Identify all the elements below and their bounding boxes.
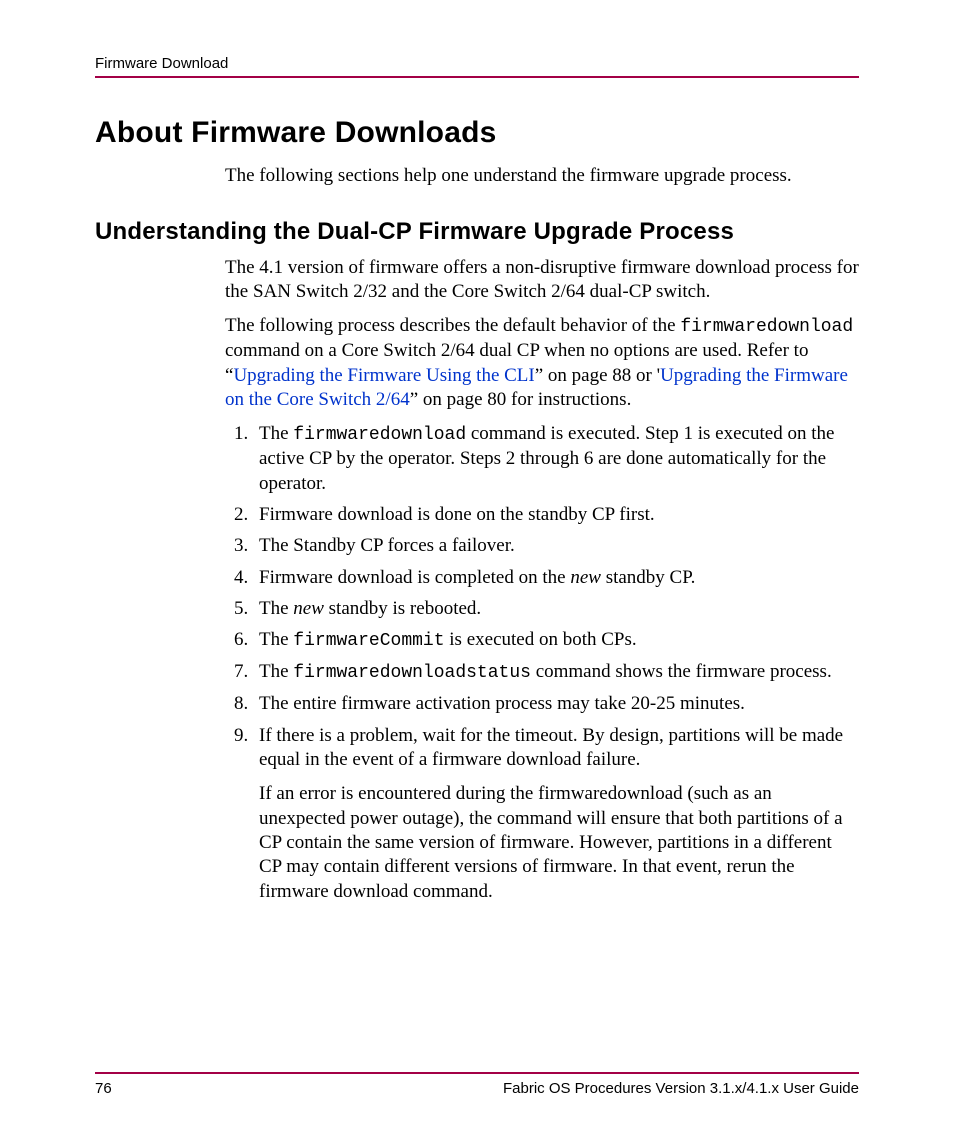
intro-paragraph: The following sections help one understa…: [225, 164, 859, 188]
step-4: Firmware download is completed on the ne…: [253, 566, 859, 590]
text: The: [259, 629, 293, 650]
step-5: The new standby is rebooted.: [253, 597, 859, 621]
text: ” on page 80 for instructions.: [410, 389, 632, 410]
link-upgrading-cli[interactable]: Upgrading the Firmware Using the CLI: [233, 365, 534, 386]
text: The: [259, 423, 293, 444]
code-firmwaredownload: firmwaredownload: [293, 425, 466, 445]
text: ” on page 88 or ': [535, 365, 660, 386]
step-1: The firmwaredownload command is executed…: [253, 422, 859, 496]
step-3: The Standby CP forces a failover.: [253, 534, 859, 558]
heading-2: Understanding the Dual-CP Firmware Upgra…: [95, 218, 859, 246]
step-7: The firmwaredownloadstatus command shows…: [253, 660, 859, 685]
after-list-paragraph: If an error is encountered during the fi…: [259, 782, 859, 904]
code-firmwarecommit: firmwareCommit: [293, 631, 444, 651]
footer-title: Fabric OS Procedures Version 3.1.x/4.1.x…: [503, 1080, 859, 1097]
text: command shows the firmware process.: [531, 661, 832, 682]
page: Firmware Download About Firmware Downloa…: [0, 0, 954, 1145]
paragraph-1: The 4.1 version of firmware offers a non…: [225, 256, 859, 305]
footer-rule: [95, 1072, 859, 1074]
emphasis-new: new: [293, 598, 324, 619]
text: is executed on both CPs.: [445, 629, 637, 650]
step-6: The firmwareCommit is executed on both C…: [253, 628, 859, 653]
emphasis-new: new: [570, 567, 601, 588]
text: standby is rebooted.: [324, 598, 481, 619]
footer: 76 Fabric OS Procedures Version 3.1.x/4.…: [95, 1072, 859, 1097]
page-number: 76: [95, 1080, 112, 1097]
code-firmwaredownload: firmwaredownload: [680, 317, 853, 337]
paragraph-2: The following process describes the defa…: [225, 314, 859, 412]
code-firmwaredownloadstatus: firmwaredownloadstatus: [293, 663, 531, 683]
text: The following process describes the defa…: [225, 315, 680, 336]
text: Firmware download is completed on the: [259, 567, 570, 588]
body-block: The 4.1 version of firmware offers a non…: [225, 256, 859, 904]
step-2: Firmware download is done on the standby…: [253, 503, 859, 527]
running-header: Firmware Download: [95, 55, 859, 72]
header-rule: [95, 76, 859, 78]
ordered-steps: The firmwaredownload command is executed…: [225, 422, 859, 772]
step-9: If there is a problem, wait for the time…: [253, 724, 859, 773]
text: The: [259, 598, 293, 619]
step-8: The entire firmware activation process m…: [253, 692, 859, 716]
heading-1: About Firmware Downloads: [95, 116, 859, 150]
text: standby CP.: [601, 567, 696, 588]
text: The: [259, 661, 293, 682]
footer-row: 76 Fabric OS Procedures Version 3.1.x/4.…: [95, 1080, 859, 1097]
